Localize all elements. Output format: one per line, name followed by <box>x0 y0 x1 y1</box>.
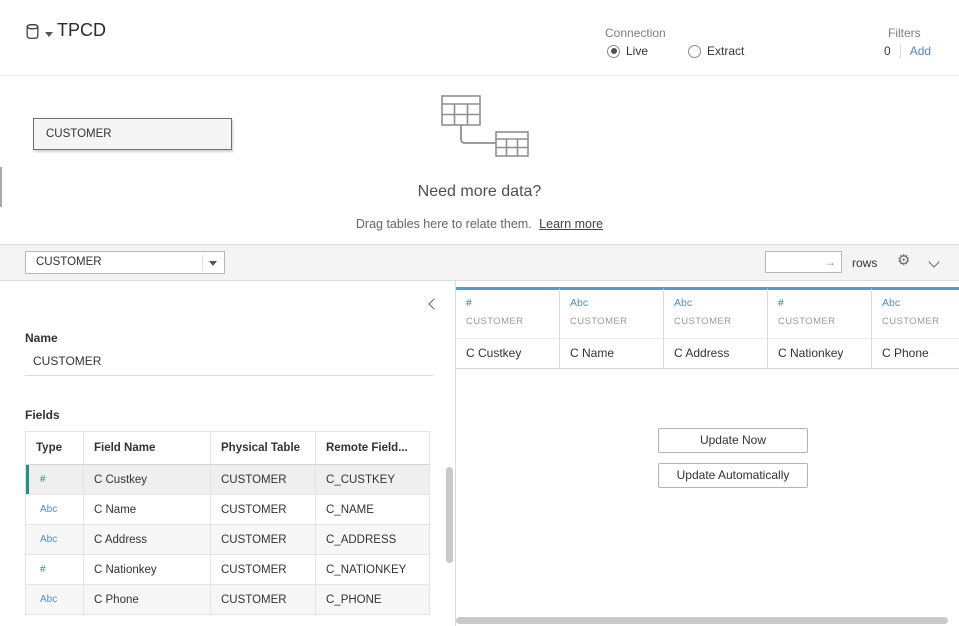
fields-table: Type Field Name Physical Table Remote Fi… <box>25 431 430 615</box>
table-select-value: CUSTOMER <box>36 256 102 268</box>
datasource-title: TPCD <box>57 20 106 41</box>
filters-count: 0 <box>884 44 891 58</box>
remote-field-cell: C_NATIONKEY <box>316 555 430 585</box>
tableau-data-source-page: TPCD Connection Live Extract Filters 0 A… <box>0 0 959 626</box>
remote-field-cell: C_PHONE <box>316 585 430 615</box>
column-field-name[interactable]: C Custkey <box>456 338 559 368</box>
column-type-icon: # <box>466 297 472 309</box>
column-type-icon: Abc <box>882 297 900 309</box>
physical-table-cell: CUSTOMER <box>211 555 316 585</box>
column-table-label: CUSTOMER <box>466 316 523 327</box>
horizontal-scrollbar[interactable] <box>456 617 948 624</box>
field-type-icon: # <box>26 555 84 585</box>
field-name-cell: C Custkey <box>84 465 211 495</box>
field-name-cell: C Phone <box>84 585 211 615</box>
column-table-label: CUSTOMER <box>570 316 627 327</box>
grid-column-c-custkey[interactable]: # CUSTOMER C Custkey <box>456 287 560 369</box>
field-type-icon: Abc <box>26 525 84 555</box>
rows-label: rows <box>852 256 877 270</box>
column-type-icon: # <box>778 297 784 309</box>
drag-hint-text: Drag tables here to relate them. <box>356 217 532 231</box>
radio-extract-label: Extract <box>707 44 744 58</box>
update-automatically-button[interactable]: Update Automatically <box>658 463 808 488</box>
radio-extract-icon <box>688 45 701 58</box>
vertical-scrollbar[interactable] <box>446 467 453 563</box>
connection-radio-group: Live Extract <box>607 44 744 58</box>
caret-down-icon <box>45 32 53 37</box>
radio-live-icon <box>607 45 620 58</box>
physical-table-cell: CUSTOMER <box>211 495 316 525</box>
filters-row: 0 Add <box>884 44 931 58</box>
add-filter-link[interactable]: Add <box>910 44 931 58</box>
physical-table-cell: CUSTOMER <box>211 585 316 615</box>
arrow-right-icon[interactable]: → <box>824 255 836 270</box>
remote-field-cell: C_CUSTKEY <box>316 465 430 495</box>
table-name-field[interactable]: CUSTOMER <box>33 354 101 368</box>
column-type-icon: Abc <box>570 297 588 309</box>
grid-column-c-address[interactable]: Abc CUSTOMER C Address <box>664 287 768 369</box>
grid-column-c-nationkey[interactable]: # CUSTOMER C Nationkey <box>768 287 872 369</box>
physical-table-cell: CUSTOMER <box>211 465 316 495</box>
empty-state-hint: Drag tables here to relate them. Learn m… <box>0 217 959 231</box>
column-table-label: CUSTOMER <box>674 316 731 327</box>
remote-field-cell: C_NAME <box>316 495 430 525</box>
fields-table-header-row: Type Field Name Physical Table Remote Fi… <box>26 432 430 465</box>
physical-table-cell: CUSTOMER <box>211 525 316 555</box>
column-header-physical-table[interactable]: Physical Table <box>211 432 316 465</box>
column-header-type[interactable]: Type <box>26 432 84 465</box>
chevron-down-icon <box>209 261 217 266</box>
field-name-cell: C Name <box>84 495 211 525</box>
radio-live[interactable]: Live <box>607 44 648 58</box>
field-type-icon: Abc <box>26 585 84 615</box>
name-label: Name <box>25 331 58 345</box>
table-select-dropdown[interactable]: CUSTOMER <box>25 251 225 274</box>
field-row-c-phone[interactable]: Abc C Phone CUSTOMER C_PHONE <box>26 585 430 615</box>
column-field-name[interactable]: C Phone <box>872 338 959 368</box>
relate-tables-icon <box>441 95 533 164</box>
radio-live-label: Live <box>626 44 648 58</box>
field-row-c-address[interactable]: Abc C Address CUSTOMER C_ADDRESS <box>26 525 430 555</box>
gear-icon[interactable]: ⚙ <box>897 252 910 270</box>
name-field-underline <box>25 375 433 376</box>
update-now-button[interactable]: Update Now <box>658 428 808 453</box>
data-grid-header: # CUSTOMER C Custkey Abc CUSTOMER C Name… <box>456 287 959 369</box>
column-field-name[interactable]: C Name <box>560 338 663 368</box>
topbar-divider <box>0 75 959 76</box>
column-table-label: CUSTOMER <box>778 316 835 327</box>
field-row-c-nationkey[interactable]: # C Nationkey CUSTOMER C_NATIONKEY <box>26 555 430 585</box>
connection-section-label: Connection <box>605 26 666 40</box>
select-separator <box>202 255 203 271</box>
radio-extract[interactable]: Extract <box>688 44 744 58</box>
field-name-cell: C Nationkey <box>84 555 211 585</box>
remote-field-cell: C_ADDRESS <box>316 525 430 555</box>
field-type-icon: Abc <box>26 495 84 525</box>
database-icon <box>24 23 41 45</box>
grid-column-c-phone[interactable]: Abc CUSTOMER C Phone <box>872 287 959 369</box>
empty-state-title: Need more data? <box>0 183 959 201</box>
filters-separator <box>900 45 901 58</box>
field-type-icon: # <box>26 465 84 495</box>
column-header-field-name[interactable]: Field Name <box>84 432 211 465</box>
chevron-left-icon[interactable] <box>428 298 439 309</box>
row-limit-field: → <box>765 251 842 273</box>
fields-label: Fields <box>25 408 60 422</box>
column-field-name[interactable]: C Nationkey <box>768 338 871 368</box>
column-table-label: CUSTOMER <box>882 316 939 327</box>
logical-table-customer[interactable]: CUSTOMER <box>33 118 232 150</box>
grid-column-c-name[interactable]: Abc CUSTOMER C Name <box>560 287 664 369</box>
field-row-c-custkey[interactable]: # C Custkey CUSTOMER C_CUSTKEY <box>26 465 430 495</box>
learn-more-link[interactable]: Learn more <box>539 217 603 231</box>
filters-section-label: Filters <box>888 26 921 40</box>
column-type-icon: Abc <box>674 297 692 309</box>
field-name-cell: C Address <box>84 525 211 555</box>
field-row-c-name[interactable]: Abc C Name CUSTOMER C_NAME <box>26 495 430 525</box>
column-header-remote-field[interactable]: Remote Field... <box>316 432 430 465</box>
datasource-menu-button[interactable] <box>24 23 53 45</box>
column-field-name[interactable]: C Address <box>664 338 767 368</box>
